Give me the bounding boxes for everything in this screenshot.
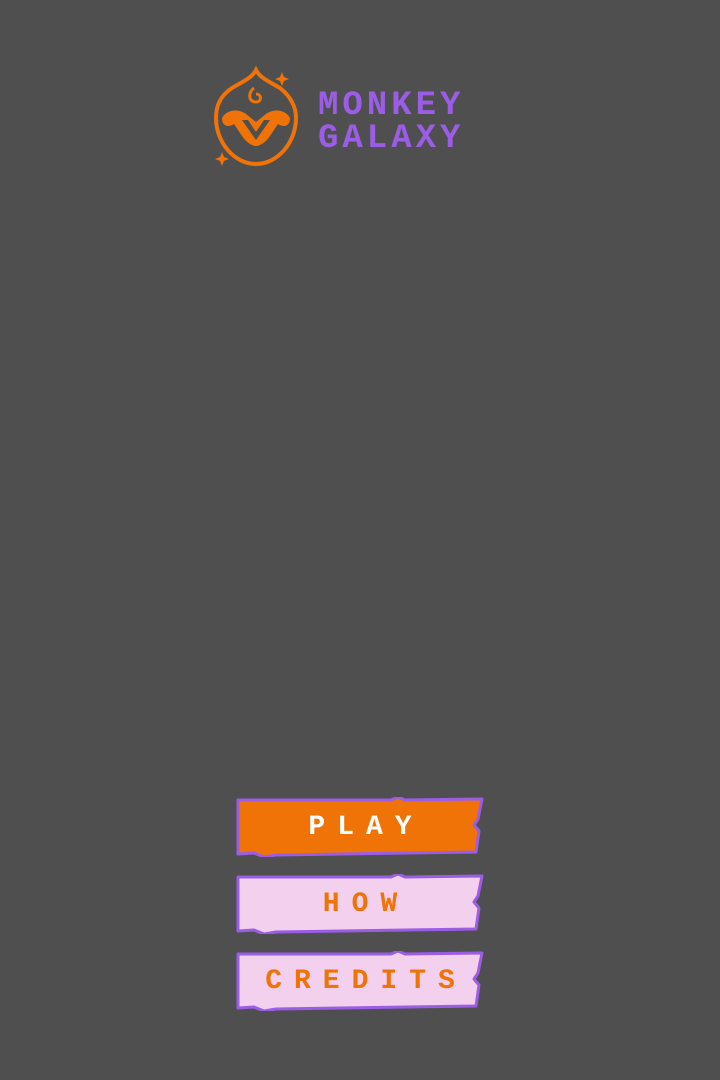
play-button[interactable]: PLAY xyxy=(236,797,484,857)
credits-button[interactable]: CREDITS xyxy=(236,951,484,1011)
credits-button-label: CREDITS xyxy=(265,965,467,997)
main-menu: PLAY HOW CREDITS xyxy=(236,797,484,1028)
game-title-line1: MONKEY xyxy=(318,87,465,125)
game-title-line2: GALAXY xyxy=(318,120,465,158)
play-button-label: PLAY xyxy=(308,811,424,843)
monkey-face-icon xyxy=(213,66,299,167)
game-title: MONKEY GALAXY xyxy=(318,87,465,158)
how-button-label: HOW xyxy=(322,888,410,920)
how-button[interactable]: HOW xyxy=(236,874,484,934)
game-logo: MONKEY GALAXY xyxy=(212,66,512,170)
